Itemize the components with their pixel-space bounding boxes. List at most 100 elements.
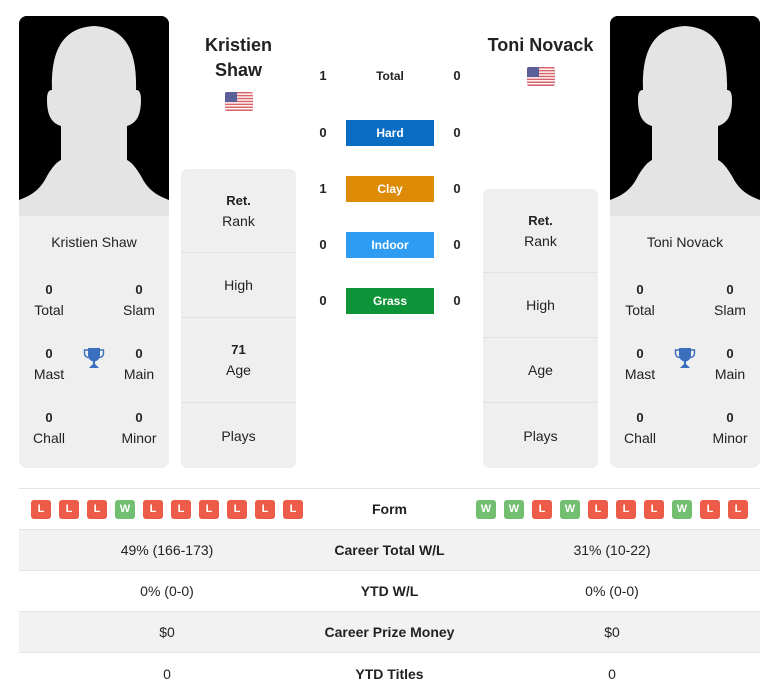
player1-rank: Ret. Rank <box>181 169 296 253</box>
form-label: Form <box>372 501 407 517</box>
player1-photo <box>19 16 169 216</box>
trophy-icon <box>674 348 696 368</box>
player2-name: Toni Novack <box>646 234 724 250</box>
titles-chall: 0 Chall <box>19 408 79 448</box>
form-result-badge[interactable]: L <box>31 499 51 519</box>
form-result-badge[interactable]: L <box>199 499 219 519</box>
h2h-right-value: 0 <box>453 181 461 196</box>
form-result-badge[interactable]: W <box>115 499 135 519</box>
titles-mast-value: 0 <box>45 346 53 361</box>
player2-career-wl: 31% (10-22) <box>573 542 651 558</box>
stats-row: 0% (0-0) YTD W/L 0% (0-0) <box>19 571 760 612</box>
form-result-badge[interactable]: L <box>227 499 247 519</box>
stats-row: 0 YTD Titles 0 <box>19 653 760 694</box>
titles-chall: 0 Chall <box>610 408 670 448</box>
player1-heading-line1: Kristien <box>204 35 273 55</box>
player-silhouette-icon <box>610 16 760 216</box>
us-flag-icon <box>225 92 253 111</box>
age-label: Age <box>528 362 553 378</box>
form-result-badge[interactable]: L <box>87 499 107 519</box>
form-result-badge[interactable]: L <box>644 499 664 519</box>
stat-label: Career Prize Money <box>324 624 455 640</box>
titles-slam-label: Slam <box>123 302 155 318</box>
surface-clay-badge[interactable]: Clay <box>346 176 434 202</box>
titles-chall-value: 0 <box>45 410 53 425</box>
player1-info: Ret. Rank High 71 Age Plays <box>181 169 296 468</box>
player1-ytd-titles: 0 <box>163 665 171 682</box>
form-result-badge[interactable]: W <box>672 499 692 519</box>
titles-minor-value: 0 <box>726 410 734 425</box>
form-result-badge[interactable]: L <box>143 499 163 519</box>
stats-row: 49% (166-173) Career Total W/L 31% (10-2… <box>19 530 760 571</box>
player2-heading[interactable]: Toni Novack <box>483 33 598 58</box>
h2h-right-value: 0 <box>453 293 461 308</box>
surface-grass-badge[interactable]: Grass <box>346 288 434 314</box>
titles-main-value: 0 <box>135 346 143 361</box>
h2h-total-label: Total <box>376 69 404 83</box>
player1-ytd-wl: 0% (0-0) <box>140 583 194 599</box>
h2h-row-total: 1 Total 0 <box>305 63 475 89</box>
age-label: Age <box>226 362 251 378</box>
player2-rank: Ret. Rank <box>483 189 598 273</box>
form-result-badge[interactable]: L <box>59 499 79 519</box>
titles-total-value: 0 <box>636 282 644 297</box>
titles-main-label: Main <box>123 366 155 382</box>
stat-label: YTD W/L <box>360 583 419 599</box>
player2-titles: 0 Total 0 Slam 0 Mast 0 Main 0 Chall 0 M… <box>610 254 760 454</box>
player1-name: Kristien Shaw <box>51 234 137 250</box>
player2-ytd-titles: 0 <box>608 665 616 682</box>
form-result-badge[interactable]: L <box>532 499 552 519</box>
us-flag-icon <box>527 67 555 86</box>
form-result-badge[interactable]: L <box>283 499 303 519</box>
player1-high: High <box>181 253 296 318</box>
surface-hard-badge[interactable]: Hard <box>346 120 434 146</box>
player1-career-wl: 49% (166-173) <box>120 542 214 558</box>
h2h-left-value: 0 <box>319 293 327 308</box>
h2h-row-grass: 0 Grass 0 <box>305 288 475 314</box>
player1-heading-line2: Shaw <box>214 60 262 80</box>
rank-value: Ret. <box>226 192 251 208</box>
form-result-badge[interactable]: L <box>616 499 636 519</box>
h2h-left-value: 0 <box>319 125 327 140</box>
titles-slam-value: 0 <box>726 282 734 297</box>
titles-mast: 0 Mast <box>19 344 79 384</box>
titles-chall-label: Chall <box>33 430 65 446</box>
h2h-left-value: 1 <box>319 68 327 83</box>
player1-heading[interactable]: Kristien Shaw <box>181 33 296 83</box>
player1-card: Kristien Shaw 0 Total 0 Slam 0 Mast 0 Ma… <box>19 16 169 468</box>
form-result-badge[interactable]: W <box>504 499 524 519</box>
titles-total: 0 Total <box>610 280 670 320</box>
player2-high: High <box>483 273 598 338</box>
plays-label: Plays <box>221 427 256 444</box>
player1-plays: Plays <box>181 403 296 468</box>
titles-total-label: Total <box>34 302 64 318</box>
form-result-badge[interactable]: L <box>171 499 191 519</box>
form-result-badge[interactable]: L <box>588 499 608 519</box>
player2-ytd-wl: 0% (0-0) <box>585 583 639 599</box>
h2h-left-value: 0 <box>319 237 327 252</box>
titles-total-value: 0 <box>45 282 53 297</box>
form-result-badge[interactable]: W <box>560 499 580 519</box>
titles-slam: 0 Slam <box>109 280 169 320</box>
player2-photo <box>610 16 760 216</box>
high-label: High <box>526 297 555 313</box>
titles-minor-label: Minor <box>712 430 748 446</box>
player2-prize-money: $0 <box>604 624 620 640</box>
h2h-row-indoor: 0 Indoor 0 <box>305 232 475 258</box>
plays-label: Plays <box>523 427 558 444</box>
stats-row: $0 Career Prize Money $0 <box>19 612 760 653</box>
titles-mast-label: Mast <box>33 366 65 382</box>
form-result-badge[interactable]: L <box>255 499 275 519</box>
titles-main-value: 0 <box>726 346 734 361</box>
titles-chall-value: 0 <box>636 410 644 425</box>
titles-minor-value: 0 <box>135 410 143 425</box>
titles-slam-label: Slam <box>714 302 746 318</box>
player2-age: Age <box>483 338 598 403</box>
player1-form: LLLWLLLLLL <box>19 499 315 519</box>
form-result-badge[interactable]: L <box>700 499 720 519</box>
h2h-row-clay: 1 Clay 0 <box>305 176 475 202</box>
form-result-badge[interactable]: W <box>476 499 496 519</box>
stat-label: YTD Titles <box>355 665 424 682</box>
form-result-badge[interactable]: L <box>728 499 748 519</box>
surface-indoor-badge[interactable]: Indoor <box>346 232 434 258</box>
